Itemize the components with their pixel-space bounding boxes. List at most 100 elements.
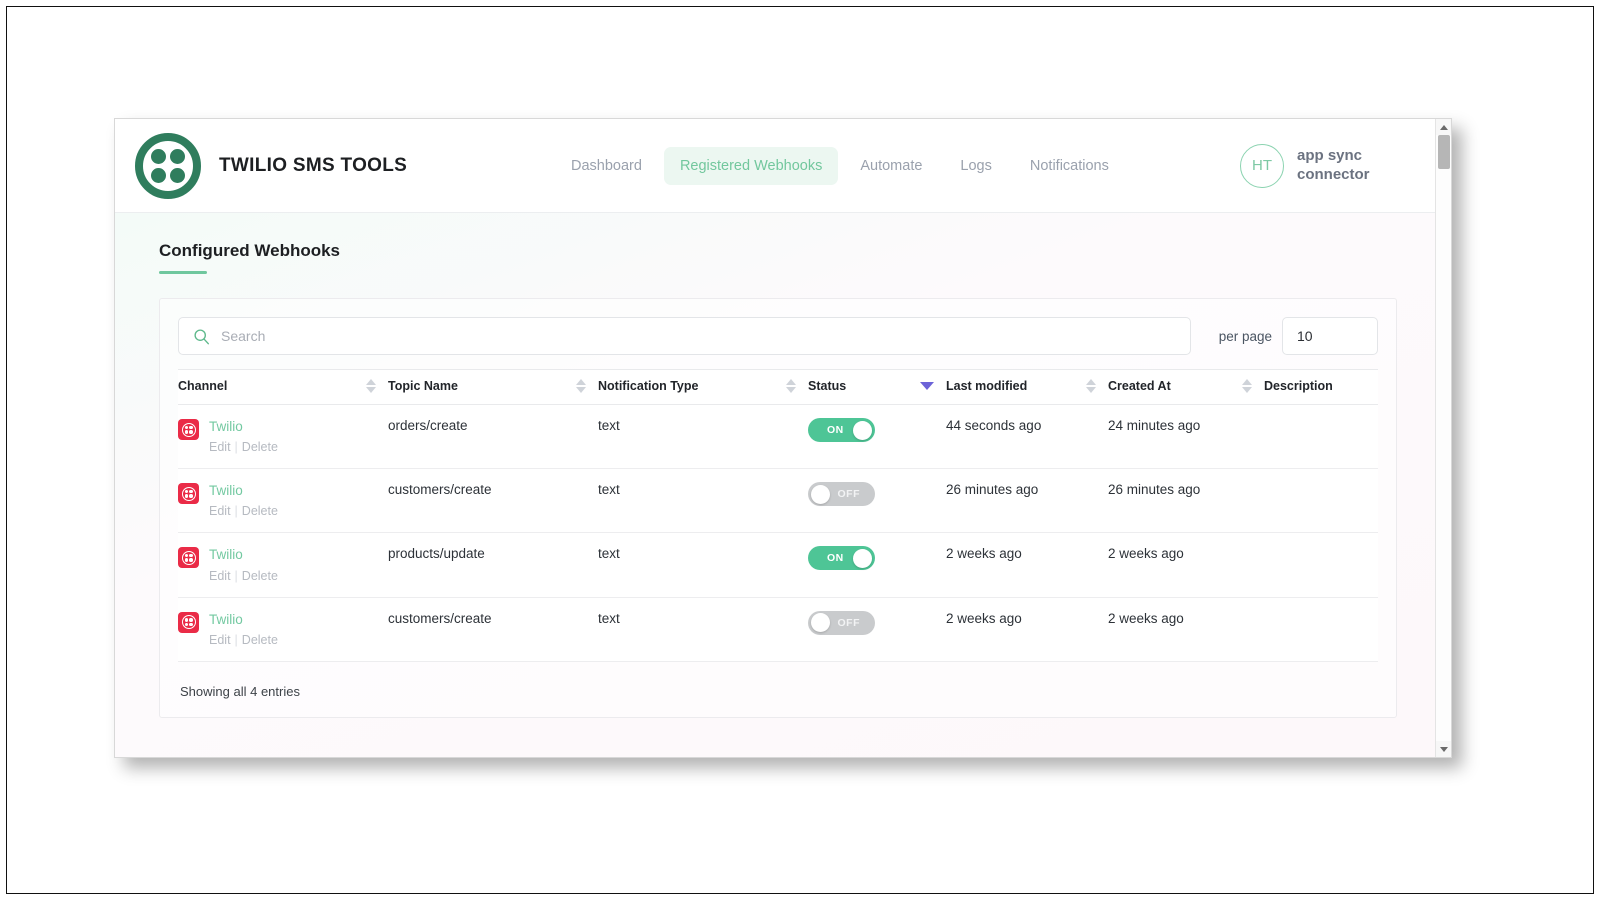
search-input[interactable] <box>221 328 1176 344</box>
cell-topic-name: customers/create <box>388 597 598 662</box>
nav-item-automate[interactable]: Automate <box>844 147 938 185</box>
row-delete-link[interactable]: Delete <box>242 440 278 454</box>
cell-description <box>1264 597 1378 662</box>
row-edit-link[interactable]: Edit <box>209 569 231 583</box>
col-header-topic-name[interactable]: Topic Name <box>388 369 598 405</box>
sort-icon-created-at[interactable] <box>1242 379 1252 393</box>
brand[interactable]: TWILIO SMS TOOLS <box>135 132 555 199</box>
status-toggle-label: OFF <box>837 488 860 501</box>
sort-icon-last-modified[interactable] <box>1086 379 1096 393</box>
cell-channel: Twilio Edit | Delete <box>178 597 388 662</box>
row-edit-link[interactable]: Edit <box>209 440 231 454</box>
page-content: Configured Webhooks per page <box>115 213 1437 757</box>
status-toggle-knob <box>811 484 830 504</box>
status-toggle-knob <box>853 548 872 568</box>
status-toggle[interactable]: OFF <box>808 482 875 507</box>
sort-icon-topic-name[interactable] <box>576 379 586 393</box>
cell-last-modified: 44 seconds ago <box>946 404 1108 470</box>
col-header-notification-type[interactable]: Notification Type <box>598 369 808 405</box>
row-edit-link[interactable]: Edit <box>209 633 231 647</box>
cell-created-at: 2 weeks ago <box>1108 532 1264 598</box>
sort-icon-channel[interactable] <box>366 379 376 393</box>
cell-topic-name: products/update <box>388 532 598 598</box>
scroll-down-button[interactable] <box>1436 741 1451 757</box>
col-label-description: Description <box>1264 379 1333 393</box>
table-body: Twilio Edit | Delete orders/create text ON 44 s… <box>178 404 1378 662</box>
cell-notification-type: text <box>598 597 808 662</box>
channel-name[interactable]: Twilio <box>209 483 243 498</box>
row-action-separator: | <box>234 440 238 455</box>
status-toggle[interactable]: OFF <box>808 610 875 635</box>
channel-name[interactable]: Twilio <box>209 612 243 627</box>
per-page-box[interactable] <box>1282 317 1378 355</box>
channel-name[interactable]: Twilio <box>209 419 243 434</box>
page-title-underline <box>159 271 207 274</box>
status-toggle[interactable]: ON <box>808 546 875 571</box>
cell-channel: Twilio Edit | Delete <box>178 468 388 534</box>
col-header-status[interactable]: Status <box>808 369 946 405</box>
cell-created-at: 26 minutes ago <box>1108 468 1264 534</box>
table-row: Twilio Edit | Delete orders/create text ON 44 s… <box>178 404 1378 470</box>
main-nav: Dashboard Registered Webhooks Automate L… <box>555 146 1240 185</box>
cell-channel: Twilio Edit | Delete <box>178 532 388 598</box>
per-page-label: per page <box>1218 328 1272 344</box>
row-delete-link[interactable]: Delete <box>242 504 278 518</box>
cell-status: ON <box>808 532 946 598</box>
table-toolbar: per page <box>178 317 1378 355</box>
table-row: Twilio Edit | Delete products/update text ON 2 … <box>178 532 1378 598</box>
twilio-channel-icon <box>178 419 199 440</box>
user-area[interactable]: HT app sync connector <box>1240 143 1437 188</box>
twilio-channel-icon <box>178 611 199 633</box>
user-name: app sync connector <box>1297 146 1370 183</box>
cell-last-modified: 26 minutes ago <box>946 468 1108 534</box>
cell-last-modified: 2 weeks ago <box>946 532 1108 598</box>
row-delete-link[interactable]: Delete <box>242 633 278 647</box>
col-label-notification-type: Notification Type <box>598 379 699 393</box>
row-delete-link[interactable]: Delete <box>242 569 278 583</box>
cell-status: ON <box>808 404 946 470</box>
cell-status: OFF <box>808 597 946 662</box>
brand-title: TWILIO SMS TOOLS <box>219 154 408 176</box>
cell-notification-type: text <box>598 532 808 598</box>
cell-notification-type: text <box>598 404 808 470</box>
col-header-last-modified[interactable]: Last modified <box>946 369 1108 405</box>
table-row: Twilio Edit | Delete customers/create text OFF… <box>178 597 1378 662</box>
col-label-created-at: Created At <box>1108 379 1171 393</box>
cell-created-at: 24 minutes ago <box>1108 404 1264 470</box>
twilio-logo-dots <box>151 148 185 183</box>
cell-last-modified: 2 weeks ago <box>946 597 1108 662</box>
nav-item-registered-webhooks[interactable]: Registered Webhooks <box>663 146 839 185</box>
cell-description <box>1264 404 1378 470</box>
webhooks-table: Channel Topic Name Notification Type Sta… <box>178 369 1378 662</box>
col-header-channel[interactable]: Channel <box>178 369 388 405</box>
scroll-up-button[interactable] <box>1436 119 1451 135</box>
channel-name[interactable]: Twilio <box>209 547 243 562</box>
sort-icon-notification-type[interactable] <box>786 379 796 393</box>
cell-description <box>1264 468 1378 534</box>
col-header-created-at[interactable]: Created At <box>1108 369 1264 405</box>
vertical-scrollbar[interactable] <box>1435 119 1451 757</box>
search-box[interactable] <box>178 317 1191 355</box>
sort-icon-status-desc[interactable] <box>920 382 934 390</box>
twilio-channel-icon <box>178 483 199 505</box>
per-page-input[interactable] <box>1297 328 1363 344</box>
scrollbar-track[interactable] <box>1436 135 1451 741</box>
twilio-logo-icon <box>135 132 201 199</box>
nav-item-notifications[interactable]: Notifications <box>1014 147 1125 185</box>
cell-topic-name: orders/create <box>388 404 598 470</box>
row-edit-link[interactable]: Edit <box>209 504 231 518</box>
page-title-wrap: Configured Webhooks <box>159 241 340 274</box>
table-row: Twilio Edit | Delete customers/create text OFF… <box>178 468 1378 534</box>
status-toggle-label: ON <box>827 424 844 436</box>
table-header-row: Channel Topic Name Notification Type Sta… <box>178 369 1378 405</box>
status-toggle[interactable]: ON <box>808 418 875 442</box>
nav-item-logs[interactable]: Logs <box>944 147 1007 185</box>
table-head: Channel Topic Name Notification Type Sta… <box>178 369 1378 405</box>
nav-item-dashboard[interactable]: Dashboard <box>555 147 658 185</box>
col-label-status: Status <box>808 379 847 393</box>
screenshot-root: TWILIO SMS TOOLS Dashboard Registered We… <box>0 0 1600 900</box>
table-footer: Showing all 4 entries <box>180 683 300 699</box>
avatar: HT <box>1240 143 1284 188</box>
cell-description <box>1264 532 1378 598</box>
scrollbar-thumb[interactable] <box>1438 135 1450 169</box>
